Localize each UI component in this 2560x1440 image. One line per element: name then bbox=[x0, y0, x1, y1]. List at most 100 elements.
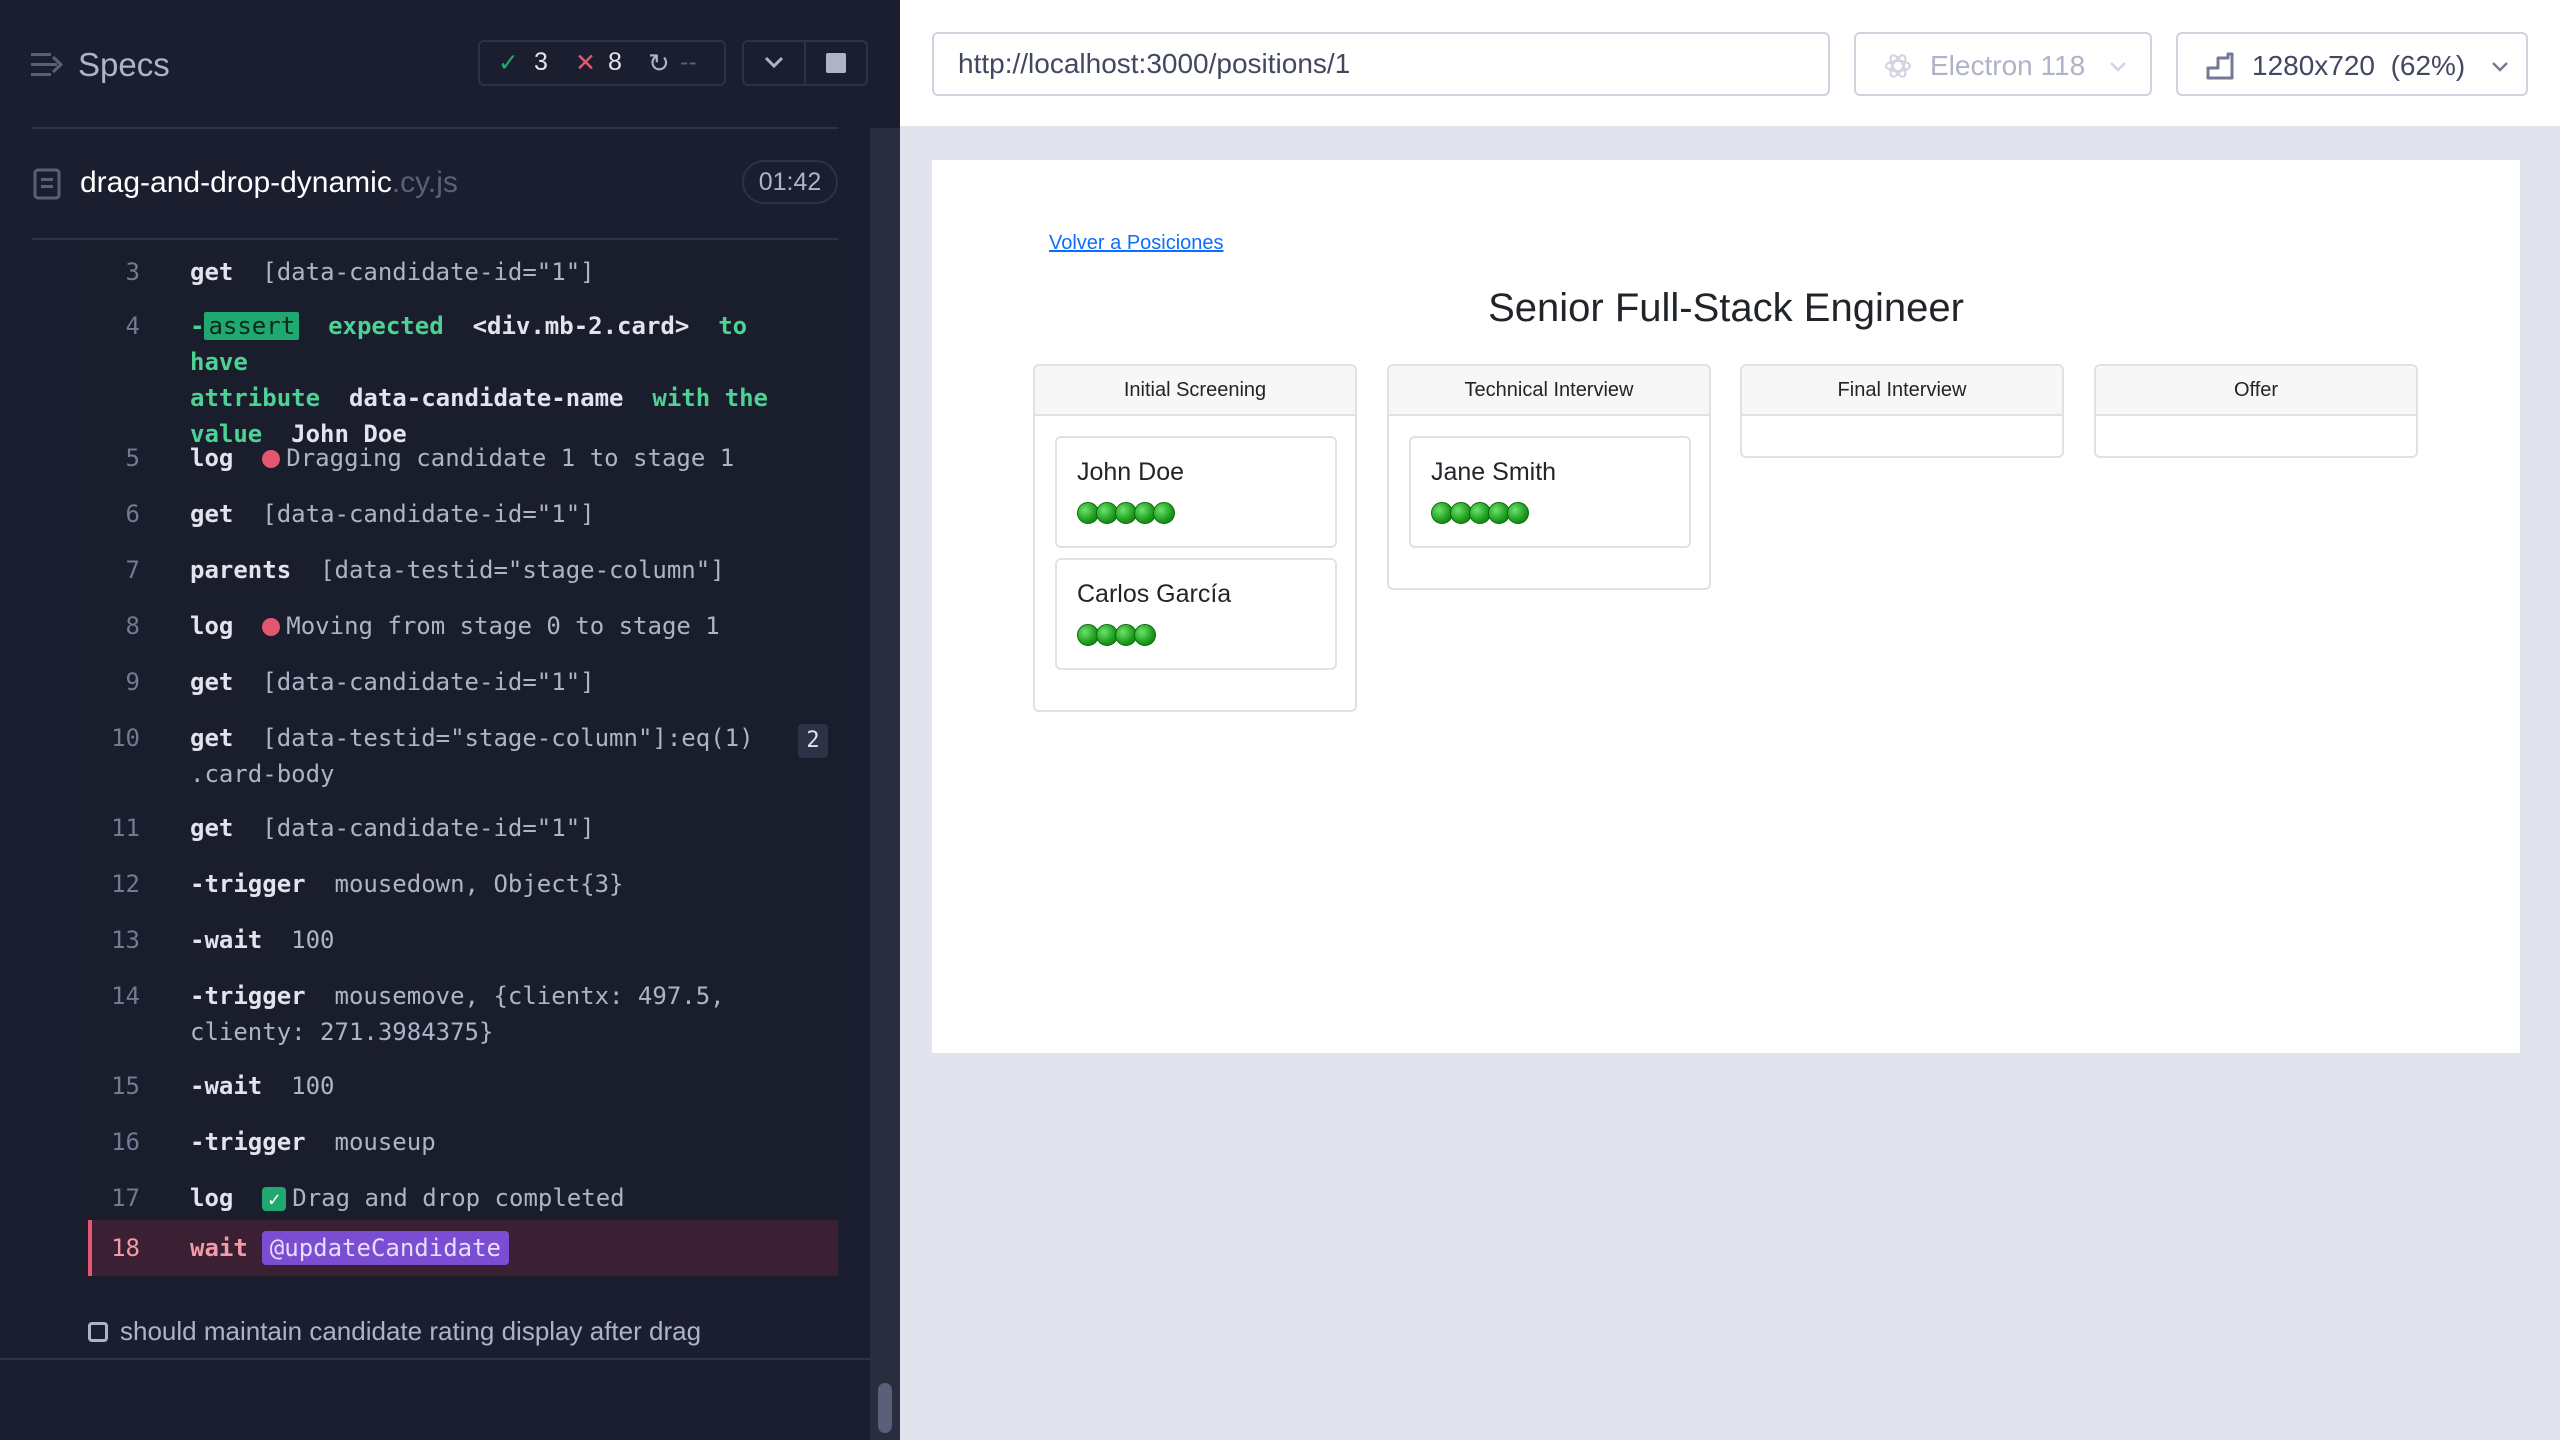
failed-icon: ✕ bbox=[575, 49, 596, 77]
assert-element: <div.mb-2.card> bbox=[472, 312, 690, 340]
assert-with: with the bbox=[652, 384, 768, 412]
browser-selector[interactable]: Electron 118 bbox=[1854, 32, 2152, 96]
command-number: 15 bbox=[111, 1072, 140, 1100]
command-message: [data-candidate-id="1"] bbox=[262, 258, 595, 286]
command-message-cont: .card-body bbox=[190, 760, 335, 788]
candidate-card[interactable]: John Doe bbox=[1055, 436, 1337, 548]
element-count-badge: 2 bbox=[798, 724, 828, 758]
command-number: 10 bbox=[111, 724, 140, 752]
url-input[interactable] bbox=[932, 32, 1830, 96]
command-name: -trigger bbox=[190, 1128, 306, 1156]
chevron-down-icon bbox=[2110, 62, 2126, 72]
command-name: get bbox=[190, 724, 234, 752]
command-number: 12 bbox=[111, 870, 140, 898]
application-viewport: Volver a Posiciones Senior Full-Stack En… bbox=[932, 160, 2520, 1053]
command-message: 100 bbox=[291, 926, 335, 954]
test-item[interactable]: should maintain candidate rating display… bbox=[88, 1316, 848, 1352]
command-name: log bbox=[190, 1184, 234, 1212]
pending-count: -- bbox=[680, 48, 697, 76]
stage-header: Final Interview bbox=[1742, 366, 2062, 416]
chevron-down-icon[interactable] bbox=[760, 48, 788, 76]
runner-panel: Specs ✓ 3 ✕ 8 ↻ -- drag-and-drop-dynamic… bbox=[0, 0, 900, 1440]
command-log: 3 get [data-candidate-id="1"] 4 - assert … bbox=[88, 240, 838, 1280]
command-number: 6 bbox=[125, 500, 140, 528]
stop-button[interactable] bbox=[826, 53, 846, 73]
command-message: Dragging candidate 1 to stage 1 bbox=[286, 444, 735, 472]
assert-attr-name: data-candidate-name bbox=[348, 384, 624, 412]
test-status-icon bbox=[88, 1322, 108, 1342]
command-number: 17 bbox=[111, 1184, 140, 1212]
stage-column: Offer bbox=[2094, 364, 2418, 458]
command-message: mousemove, {clientx: 497.5, bbox=[334, 982, 725, 1010]
command-number: 13 bbox=[111, 926, 140, 954]
back-to-positions-link[interactable]: Volver a Posiciones bbox=[1049, 232, 1224, 255]
command-message: [data-candidate-id="1"] bbox=[262, 814, 595, 842]
electron-icon bbox=[1885, 54, 1911, 78]
command-message: [data-testid="stage-column"]:eq(1) bbox=[262, 724, 754, 752]
candidate-rating bbox=[1431, 502, 1529, 524]
command-name: wait bbox=[190, 1234, 248, 1262]
passed-icon: ✓ bbox=[498, 49, 519, 77]
candidate-name: John Doe bbox=[1077, 458, 1185, 486]
scrollbar-thumb[interactable] bbox=[878, 1383, 892, 1433]
specs-list-icon[interactable] bbox=[31, 51, 63, 79]
runner-header: Specs ✓ 3 ✕ 8 ↻ -- bbox=[0, 0, 900, 129]
command-number: 16 bbox=[111, 1128, 140, 1156]
command-message: 100 bbox=[291, 1072, 335, 1100]
ruler-icon bbox=[2206, 52, 2234, 80]
candidate-card[interactable]: Carlos García bbox=[1055, 558, 1337, 670]
position-title: Senior Full-Stack Engineer bbox=[1488, 286, 1964, 330]
assert-badge: assert bbox=[204, 312, 300, 340]
stage-column: Initial Screening John Doe Carlos García bbox=[1033, 364, 1357, 712]
browser-toolbar: Electron 118 1280x720 (62%) bbox=[900, 0, 2560, 128]
document-icon bbox=[33, 168, 61, 200]
test-stats: ✓ 3 ✕ 8 ↻ -- bbox=[478, 40, 726, 86]
rating-dot-icon bbox=[1153, 502, 1175, 524]
command-name: -wait bbox=[190, 1072, 263, 1100]
command-number: 4 bbox=[125, 312, 140, 340]
command-name: get bbox=[190, 500, 234, 528]
assert-attribute: attribute bbox=[190, 384, 321, 412]
stage-body: John Doe Carlos García bbox=[1035, 416, 1355, 710]
pending-icon: ↻ bbox=[648, 48, 670, 78]
command-name: -wait bbox=[190, 926, 263, 954]
command-name: get bbox=[190, 258, 234, 286]
test-title: should maintain candidate rating display… bbox=[120, 1316, 702, 1346]
command-message: Drag and drop completed bbox=[292, 1184, 625, 1212]
check-emoji-icon: ✓ bbox=[262, 1187, 287, 1211]
command-log-scrollbar[interactable] bbox=[870, 128, 900, 1440]
specs-title[interactable]: Specs bbox=[78, 46, 170, 84]
app-preview-panel: Electron 118 1280x720 (62%) Volver a Pos… bbox=[900, 0, 2560, 1440]
alias-badge: @updateCandidate bbox=[261, 1231, 509, 1265]
viewport-selector[interactable]: 1280x720 (62%) bbox=[2176, 32, 2528, 96]
viewport-label: 1280x720 (62%) bbox=[2252, 50, 2466, 81]
command-message: mousedown, Object{3} bbox=[334, 870, 624, 898]
command-number: 14 bbox=[111, 982, 140, 1010]
target-emoji-icon bbox=[262, 450, 281, 468]
command-number: 3 bbox=[125, 258, 140, 286]
pin-emoji-icon bbox=[262, 618, 281, 636]
assert-expected: expected bbox=[328, 312, 444, 340]
stage-column: Technical Interview Jane Smith bbox=[1387, 364, 1711, 590]
stage-body: Jane Smith bbox=[1389, 416, 1709, 588]
command-name: get bbox=[190, 814, 234, 842]
chevron-down-icon bbox=[2492, 62, 2508, 72]
stage-header: Technical Interview bbox=[1389, 366, 1709, 416]
command-number: 7 bbox=[125, 556, 140, 584]
command-message: [data-candidate-id="1"] bbox=[262, 668, 595, 696]
command-message: Moving from stage 0 to stage 1 bbox=[286, 612, 720, 640]
command-name: log bbox=[190, 444, 234, 472]
candidate-card[interactable]: Jane Smith bbox=[1409, 436, 1691, 548]
command-number: 8 bbox=[125, 612, 140, 640]
command-number: 9 bbox=[125, 668, 140, 696]
command-number: 11 bbox=[111, 814, 140, 842]
spec-file-name[interactable]: drag-and-drop-dynamic.cy.js bbox=[80, 166, 458, 200]
command-name: parents bbox=[190, 556, 292, 584]
rating-dot-icon bbox=[1134, 624, 1156, 646]
runner-controls bbox=[742, 40, 868, 86]
failed-count: 8 bbox=[608, 48, 622, 76]
controls-divider bbox=[804, 42, 806, 84]
passed-count: 3 bbox=[534, 48, 548, 76]
stage-header: Offer bbox=[2096, 366, 2416, 416]
header-divider bbox=[32, 127, 838, 129]
